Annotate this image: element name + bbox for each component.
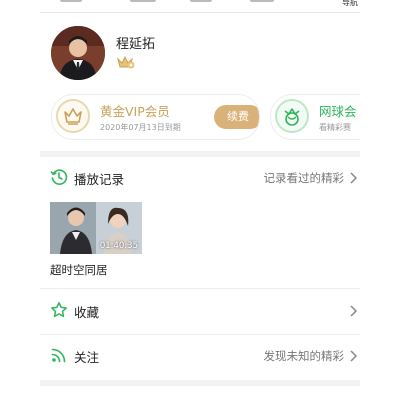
history-video-thumbnail[interactable]: 01:40:35: [50, 202, 142, 254]
vip-membership-card[interactable]: 黄金VIP会员 2020年07月13日到期 续费: [51, 94, 260, 140]
tennis-card-title: 网球会: [319, 104, 357, 119]
follow-row[interactable]: 关注 发现未知的精彩: [40, 336, 360, 376]
follow-hint: 发现未知的精彩: [263, 349, 345, 363]
tennis-icon: [275, 99, 309, 133]
chevron-right-icon: [348, 348, 360, 364]
tennis-card-subtitle: 看精彩赛: [319, 123, 351, 132]
renew-button[interactable]: 续费: [214, 105, 259, 129]
nav-tab-fragment[interactable]: [190, 0, 212, 2]
nav-tab-fragment[interactable]: [60, 0, 82, 2]
section-divider: [40, 380, 360, 386]
vip-expiry-date: 2020年07月13日到期: [100, 123, 181, 132]
nav-tab-fragment[interactable]: [250, 0, 274, 2]
row-divider: [40, 334, 360, 335]
section-divider: [40, 151, 360, 157]
row-divider: [40, 288, 360, 289]
screen: 导航 程延拓 黄金VIP会员 2020年07月13日到期 续费 网球会 看精彩赛…: [40, 0, 360, 400]
vip-crown-badge-icon: [116, 54, 136, 70]
nav-label[interactable]: 导航: [342, 0, 358, 8]
chevron-right-icon: [348, 303, 360, 319]
history-row[interactable]: 播放记录 记录看过的精彩: [40, 158, 360, 198]
follow-label: 关注: [74, 350, 100, 365]
rss-feed-icon: [50, 346, 68, 364]
vip-card-title: 黄金VIP会员: [100, 104, 170, 119]
video-duration: 01:40:35: [99, 241, 138, 251]
tennis-club-card[interactable]: 网球会 看精彩赛: [270, 94, 360, 140]
avatar[interactable]: [51, 26, 105, 80]
star-icon: [50, 301, 68, 319]
history-label: 播放记录: [74, 172, 125, 187]
favorites-row[interactable]: 收藏: [40, 291, 360, 331]
history-clock-icon: [50, 168, 68, 186]
favorites-label: 收藏: [74, 305, 100, 320]
history-hint: 记录看过的精彩: [263, 171, 345, 185]
history-video-title[interactable]: 超时空同居: [50, 262, 108, 278]
username: 程延拓: [116, 37, 156, 52]
nav-tab-fragment[interactable]: [130, 0, 156, 2]
top-nav-bar: 导航: [40, 0, 360, 13]
crown-icon: [56, 99, 90, 133]
chevron-right-icon: [348, 170, 360, 186]
